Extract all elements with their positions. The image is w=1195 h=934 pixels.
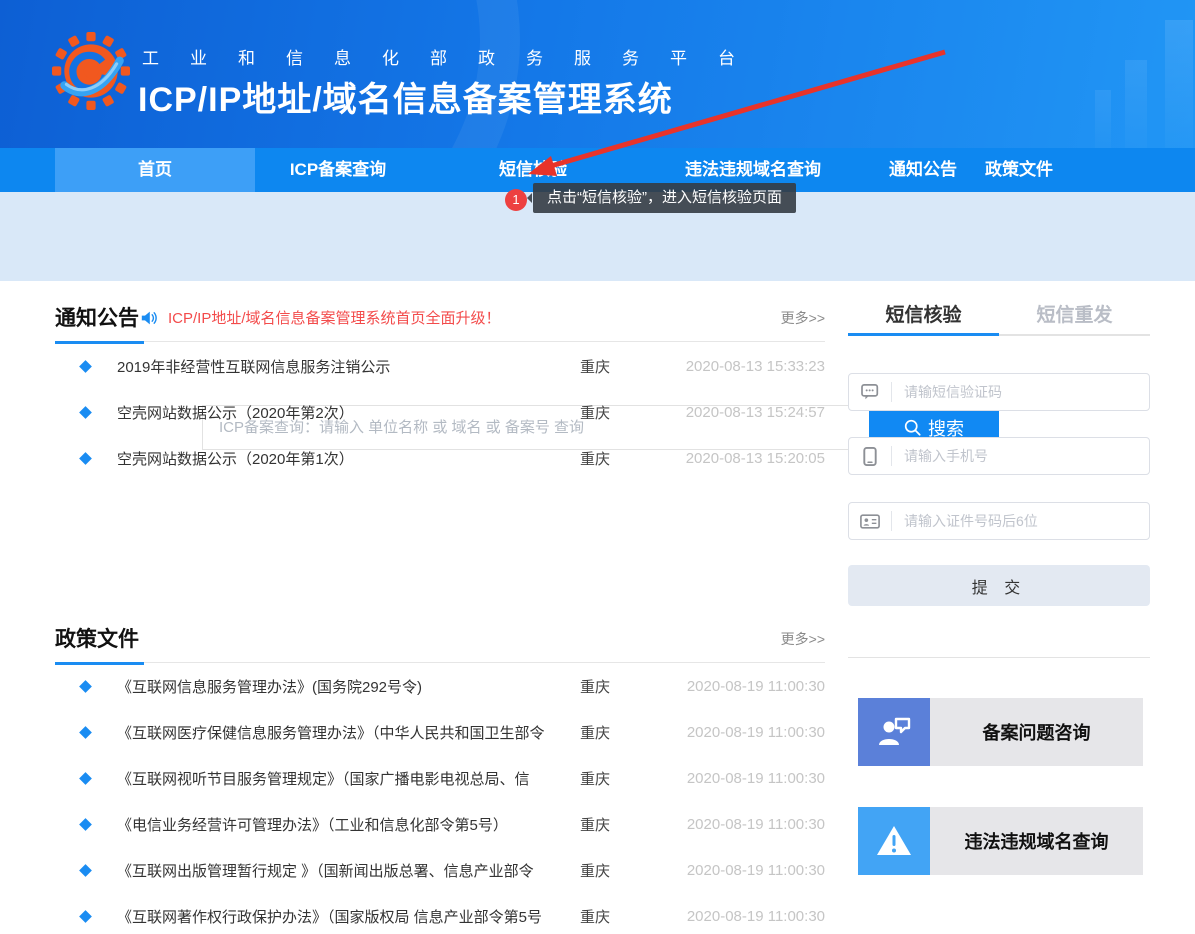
policies-more-link[interactable]: 更多>> — [781, 629, 825, 649]
list-item-region: 重庆 — [580, 722, 675, 743]
notices-more-link[interactable]: 更多>> — [781, 308, 825, 328]
bullet-diamond-icon — [79, 452, 92, 465]
bullet-diamond-icon — [79, 406, 92, 419]
list-item-region: 重庆 — [580, 676, 675, 697]
list-item-region: 重庆 — [580, 402, 675, 423]
list-item-date: 2020-08-19 11:00:30 — [675, 724, 825, 741]
idcard-input[interactable] — [892, 513, 1149, 529]
bullet-diamond-icon — [79, 772, 92, 785]
site-logo-icon — [52, 32, 130, 110]
list-item-region: 重庆 — [580, 768, 675, 789]
idcard-field — [848, 502, 1150, 540]
list-item-title[interactable]: 《互联网医疗保健信息服务管理办法》（中华人民共和国卫生部令 — [117, 722, 580, 743]
list-item-title[interactable]: 《互联网著作权行政保护办法》（国家版权局 信息产业部令第5号 — [117, 906, 580, 927]
speaker-icon — [140, 310, 158, 326]
list-item-region: 重庆 — [580, 814, 675, 835]
list-item-date: 2020-08-13 15:20:05 — [675, 450, 825, 467]
list-item[interactable]: 空壳网站数据公示（2020年第1次） 重庆 2020-08-13 15:20:0… — [55, 435, 825, 481]
list-item[interactable]: 《互联网信息服务管理办法》(国务院292号令) 重庆 2020-08-19 11… — [55, 663, 825, 709]
policies-title: 政策文件 — [55, 623, 144, 665]
sms-tab-label: 短信核验 — [885, 305, 961, 326]
bullet-diamond-icon — [79, 864, 92, 877]
illegal-domain-shortcut-label: 违法违规域名查询 — [930, 807, 1143, 875]
nav-item-label: 首页 — [138, 160, 172, 179]
phone-input[interactable] — [892, 448, 1149, 464]
illegal-domain-shortcut-button[interactable]: 违法违规域名查询 — [858, 807, 1143, 875]
policies-list: 《互联网信息服务管理办法》(国务院292号令) 重庆 2020-08-19 11… — [55, 663, 825, 934]
phone-field — [848, 437, 1150, 475]
announcement-ticker[interactable]: ICP/IP地址/域名信息备案管理系统首页全面升级！ — [140, 307, 501, 328]
list-item[interactable]: 《互联网视听节目服务管理规定》（国家广播电影电视总局、信 重庆 2020-08-… — [55, 755, 825, 801]
phone-icon — [849, 447, 891, 466]
list-item-region: 重庆 — [580, 906, 675, 927]
sms-code-icon — [849, 384, 891, 401]
sidebar-divider — [848, 657, 1150, 658]
tooltip-text: 点击“短信核验”，进入短信核验页面 — [533, 183, 796, 213]
submit-button[interactable]: 提 交 — [848, 565, 1150, 606]
sms-tab[interactable]: 短信核验 — [848, 300, 999, 336]
page-title: ICP/IP地址/域名信息备案管理系统 — [138, 72, 673, 121]
section-divider — [55, 341, 825, 342]
list-item[interactable]: 2019年非经营性互联网信息服务注销公示 重庆 2020-08-13 15:33… — [55, 343, 825, 389]
sms-tabs: 短信核验 短信重发 — [848, 300, 1150, 336]
bullet-diamond-icon — [79, 360, 92, 373]
list-item-title[interactable]: 空壳网站数据公示（2020年第2次） — [117, 402, 580, 423]
nav-item[interactable]: 政策文件 — [985, 148, 1053, 192]
list-item-title[interactable]: 《互联网视听节目服务管理规定》（国家广播电影电视总局、信 — [117, 768, 580, 789]
sms-tab-label: 短信重发 — [1036, 305, 1112, 326]
nav-item-label: 通知公告 — [889, 160, 957, 179]
list-item-title[interactable]: 《互联网信息服务管理办法》(国务院292号令) — [117, 676, 580, 697]
nav-item-label: 违法违规域名查询 — [685, 160, 821, 179]
consult-icon — [858, 698, 930, 766]
sms-code-field — [848, 373, 1150, 411]
list-item-title[interactable]: 《互联网出版管理暂行规定 》（国新闻出版总署、信息产业部令 — [117, 860, 580, 881]
step-badge: 1 — [505, 189, 527, 211]
annotation-tooltip: 1 点击“短信核验”，进入短信核验页面 — [505, 183, 796, 213]
search-icon — [904, 419, 921, 436]
list-item[interactable]: 《电信业务经营许可管理办法》（工业和信息化部令第5号） 重庆 2020-08-1… — [55, 801, 825, 847]
bullet-diamond-icon — [79, 726, 92, 739]
list-item[interactable]: 《互联网著作权行政保护办法》（国家版权局 信息产业部令第5号 重庆 2020-0… — [55, 893, 825, 934]
nav-item-label: 政策文件 — [985, 160, 1053, 179]
list-item-title[interactable]: 《电信业务经营许可管理办法》（工业和信息化部令第5号） — [117, 814, 580, 835]
nav-item-label: 短信核验 — [499, 160, 567, 179]
notices-header: 通知公告 ICP/IP地址/域名信息备案管理系统首页全面升级！ 更多>> — [55, 300, 825, 342]
bullet-diamond-icon — [79, 818, 92, 831]
header-subtitle: 工业和信息化部政务服务平台 — [142, 44, 766, 69]
list-item-date: 2020-08-13 15:24:57 — [675, 404, 825, 421]
bullet-diamond-icon — [79, 910, 92, 923]
bullet-diamond-icon — [79, 680, 92, 693]
nav-item-label: ICP备案查询 — [290, 160, 386, 179]
policies-header: 政策文件 更多>> — [55, 621, 825, 663]
sms-tab[interactable]: 短信重发 — [999, 300, 1150, 336]
ticker-text[interactable]: ICP/IP地址/域名信息备案管理系统首页全面升级！ — [168, 307, 501, 328]
nav-item[interactable]: 通知公告 — [861, 148, 985, 192]
consult-shortcut-button[interactable]: 备案问题咨询 — [858, 698, 1143, 766]
list-item[interactable]: 《互联网出版管理暂行规定 》（国新闻出版总署、信息产业部令 重庆 2020-08… — [55, 847, 825, 893]
list-item-date: 2020-08-19 11:00:30 — [675, 816, 825, 833]
list-item-date: 2020-08-19 11:00:30 — [675, 770, 825, 787]
list-item-region: 重庆 — [580, 356, 675, 377]
list-item-region: 重庆 — [580, 448, 675, 469]
list-item[interactable]: 空壳网站数据公示（2020年第2次） 重庆 2020-08-13 15:24:5… — [55, 389, 825, 435]
list-item-title[interactable]: 空壳网站数据公示（2020年第1次） — [117, 448, 580, 469]
warning-icon — [858, 807, 930, 875]
nav-item[interactable]: 首页 — [55, 148, 255, 192]
list-item-date: 2020-08-19 11:00:30 — [675, 678, 825, 695]
notices-title: 通知公告 — [55, 302, 144, 344]
list-item[interactable]: 《互联网医疗保健信息服务管理办法》（中华人民共和国卫生部令 重庆 2020-08… — [55, 709, 825, 755]
list-item-date: 2020-08-19 11:00:30 — [675, 862, 825, 879]
consult-shortcut-label: 备案问题咨询 — [930, 698, 1143, 766]
sms-code-input[interactable] — [892, 384, 1149, 400]
list-item-title[interactable]: 2019年非经营性互联网信息服务注销公示 — [117, 356, 580, 377]
list-item-date: 2020-08-13 15:33:23 — [675, 358, 825, 375]
idcard-icon — [849, 514, 891, 529]
nav-item[interactable]: ICP备案查询 — [255, 148, 421, 192]
notices-list: 2019年非经营性互联网信息服务注销公示 重庆 2020-08-13 15:33… — [55, 343, 825, 481]
list-item-region: 重庆 — [580, 860, 675, 881]
page-root: 工业和信息化部政务服务平台 ICP/IP地址/域名信息备案管理系统 首页 ICP… — [0, 0, 1195, 934]
site-header: 工业和信息化部政务服务平台 ICP/IP地址/域名信息备案管理系统 — [0, 0, 1195, 148]
list-item-date: 2020-08-19 11:00:30 — [675, 908, 825, 925]
